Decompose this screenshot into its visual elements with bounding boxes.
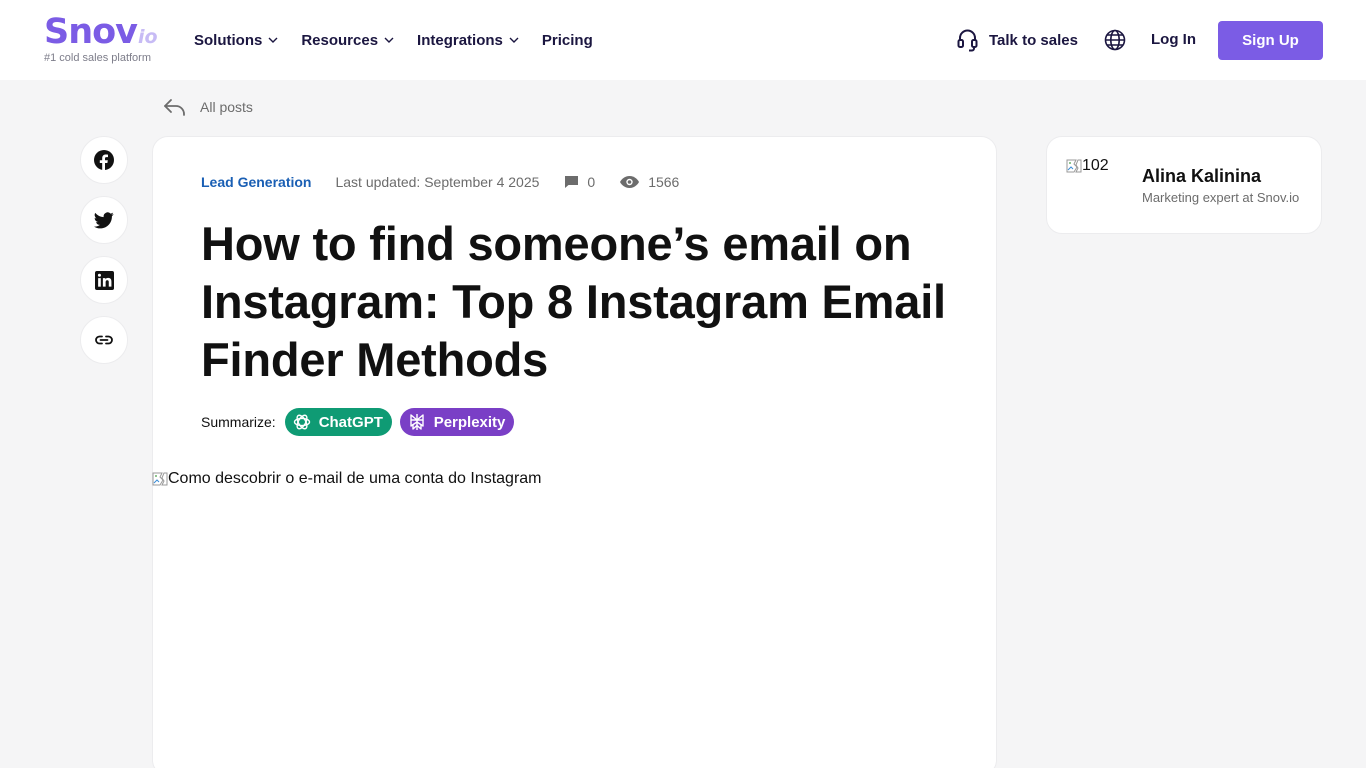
- snovio-logo[interactable]: Snovio #1 cold sales platform: [44, 12, 158, 64]
- site-header: Snovio #1 cold sales platform Solutions …: [0, 0, 1366, 80]
- nav-integrations-label: Integrations: [417, 31, 503, 49]
- avatar: 102: [1066, 157, 1109, 175]
- perplexity-label: Perplexity: [433, 413, 506, 431]
- talk-to-sales-label: Talk to sales: [989, 31, 1078, 49]
- chevron-down-icon: [384, 37, 394, 43]
- article-card: Lead Generation Last updated: September …: [152, 136, 997, 768]
- logo-suffix: io: [138, 26, 158, 48]
- avatar-alt: 102: [1082, 157, 1109, 174]
- chevron-down-icon: [268, 37, 278, 43]
- broken-image-icon: [1066, 159, 1082, 173]
- article-title: How to find someone’s email on Instagram…: [201, 217, 946, 386]
- chatgpt-label: ChatGPT: [318, 413, 383, 431]
- linkedin-icon: [94, 270, 114, 290]
- openai-icon: [293, 414, 310, 430]
- summarize-perplexity-button[interactable]: Perplexity: [399, 408, 514, 436]
- login-link[interactable]: Log In: [1151, 31, 1196, 48]
- author-name[interactable]: Alina Kalinina: [1142, 166, 1261, 187]
- perplexity-icon: [409, 414, 424, 430]
- back-arrow-icon: [164, 99, 185, 116]
- article-meta: Lead Generation Last updated: September …: [201, 174, 679, 190]
- views-value: 1566: [648, 174, 680, 190]
- summarize-label: Summarize:: [201, 414, 276, 430]
- nav-solutions-label: Solutions: [194, 31, 263, 49]
- summarize-bar: Summarize: ChatGPT Perplexity: [201, 408, 514, 436]
- signup-button[interactable]: Sign Up: [1218, 21, 1323, 60]
- share-twitter-button[interactable]: [80, 196, 128, 244]
- views-count: 1566: [620, 174, 679, 190]
- comments-value: 0: [587, 174, 596, 190]
- nav-solutions[interactable]: Solutions: [194, 31, 278, 49]
- broken-image-icon: [152, 472, 168, 486]
- copy-link-button[interactable]: [80, 316, 128, 364]
- logo-wordmark: Snov: [44, 12, 138, 52]
- headset-icon: [957, 29, 978, 52]
- summarize-chatgpt-button[interactable]: ChatGPT: [284, 408, 392, 436]
- author-card[interactable]: 102 Alina Kalinina Marketing expert at S…: [1046, 136, 1322, 234]
- hero-image: Como descobrir o e-mail de uma conta do …: [152, 470, 542, 488]
- talk-to-sales-link[interactable]: Talk to sales: [957, 28, 1078, 52]
- language-selector[interactable]: [1104, 29, 1126, 56]
- main-nav: Solutions Resources Integrations Pricing: [194, 31, 616, 49]
- link-icon: [95, 335, 113, 345]
- globe-icon: [1104, 29, 1126, 51]
- share-linkedin-button[interactable]: [80, 256, 128, 304]
- nav-resources-label: Resources: [301, 31, 379, 49]
- eye-icon: [620, 176, 640, 188]
- nav-integrations[interactable]: Integrations: [417, 31, 519, 49]
- facebook-icon: [94, 150, 114, 170]
- logo-tagline: #1 cold sales platform: [44, 52, 151, 64]
- nav-pricing[interactable]: Pricing: [542, 31, 593, 49]
- nav-pricing-label: Pricing: [541, 31, 593, 49]
- comments-count[interactable]: 0: [564, 174, 595, 190]
- category-link[interactable]: Lead Generation: [201, 174, 311, 190]
- twitter-icon: [94, 211, 114, 228]
- all-posts-label: All posts: [200, 99, 253, 115]
- nav-resources[interactable]: Resources: [301, 31, 394, 49]
- all-posts-link[interactable]: All posts: [163, 97, 253, 117]
- share-facebook-button[interactable]: [80, 136, 128, 184]
- last-updated: Last updated: September 4 2025: [335, 174, 540, 190]
- hero-image-alt: Como descobrir o e-mail de uma conta do …: [168, 470, 542, 487]
- comment-icon: [565, 176, 579, 188]
- author-role: Marketing expert at Snov.io: [1142, 190, 1300, 205]
- chevron-down-icon: [509, 37, 519, 43]
